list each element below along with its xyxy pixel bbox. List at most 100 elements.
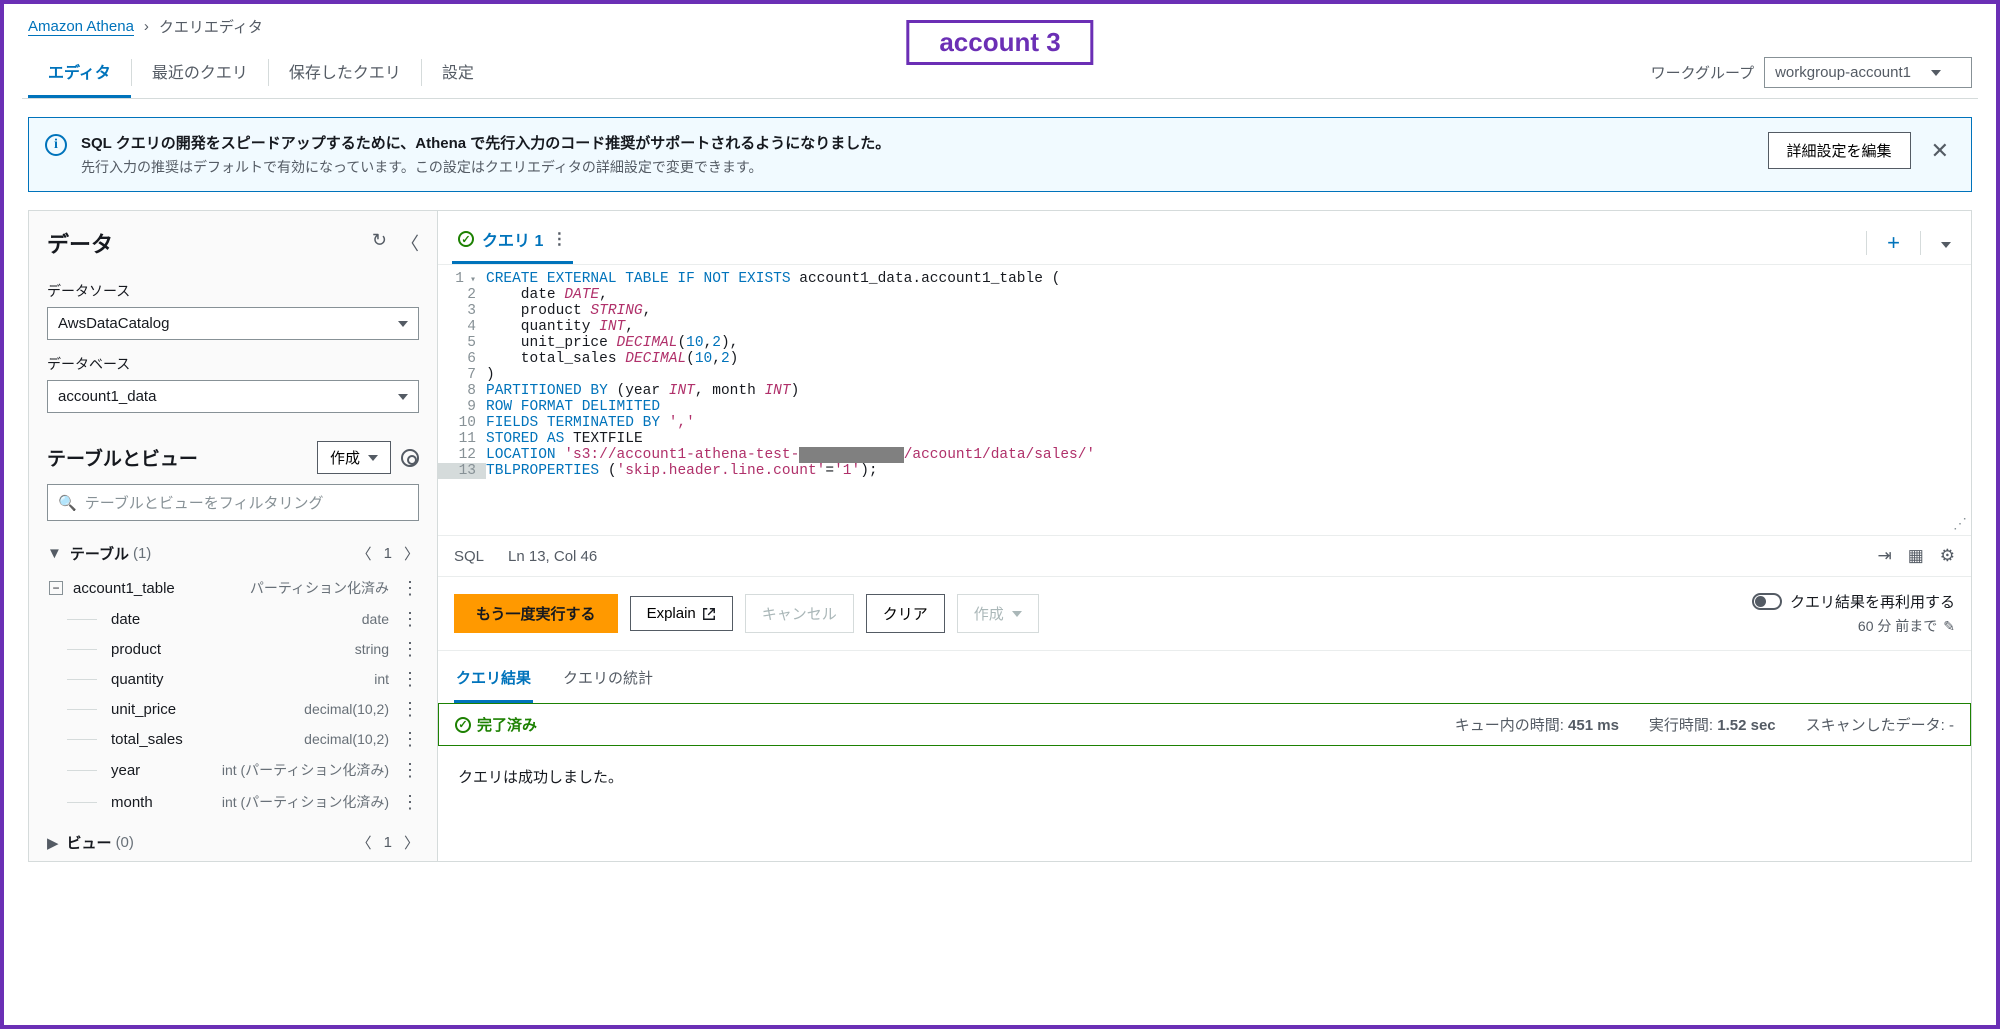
- kebab-menu-icon[interactable]: ⋮: [401, 579, 419, 597]
- gear-icon[interactable]: [401, 449, 419, 467]
- kebab-menu-icon[interactable]: ⋮: [401, 640, 419, 658]
- column-type: date: [362, 611, 389, 627]
- page-number: 1: [384, 545, 392, 562]
- tab-saved[interactable]: 保存したクエリ: [269, 47, 421, 98]
- editor-language: SQL: [454, 548, 484, 565]
- next-page-icon[interactable]: 〉: [404, 543, 419, 564]
- page-number: 1: [384, 834, 392, 851]
- column-row: unit_price decimal(10,2) ⋮: [29, 694, 437, 724]
- workgroup-value: workgroup-account1: [1775, 64, 1911, 81]
- tab-recent[interactable]: 最近のクエリ: [132, 47, 268, 98]
- editor-pane: ✓ クエリ 1 ⋮ + 1CREATE EXTERNAL TABLE IF NO…: [438, 210, 1972, 862]
- cancel-button: キャンセル: [745, 594, 854, 633]
- banner-subtitle: 先行入力の推奨はデフォルトで有効になっています。この設定はクエリエディタの詳細設…: [81, 157, 890, 177]
- refresh-icon[interactable]: ↻: [372, 230, 387, 256]
- database-select[interactable]: account1_data: [47, 380, 419, 413]
- tab-query-stats[interactable]: クエリの統計: [561, 667, 655, 703]
- kebab-menu-icon[interactable]: ⋮: [401, 670, 419, 688]
- settings-icon[interactable]: ⚙: [1940, 546, 1955, 566]
- format-icon[interactable]: ⇥: [1877, 546, 1891, 566]
- kebab-menu-icon[interactable]: ⋮: [401, 700, 419, 718]
- query-tab-1[interactable]: ✓ クエリ 1 ⋮: [452, 221, 573, 264]
- create-dropdown-button[interactable]: 作成: [957, 594, 1039, 633]
- prev-page-icon[interactable]: 〈: [357, 543, 372, 564]
- result-status-bar: ✓ 完了済み キュー内の時間: 451 ms 実行時間: 1.52 sec スキ…: [438, 703, 1971, 746]
- column-type: int (パーティション化済み): [222, 792, 389, 812]
- tab-query-results[interactable]: クエリ結果: [454, 667, 533, 703]
- filter-input[interactable]: 🔍 テーブルとビューをフィルタリング: [47, 484, 419, 521]
- kebab-menu-icon[interactable]: ⋮: [401, 730, 419, 748]
- info-icon: i: [45, 134, 67, 156]
- breadcrumb-current: クエリエディタ: [159, 16, 263, 37]
- column-type: string: [355, 641, 389, 657]
- reuse-results-label: クエリ結果を再利用する: [1790, 591, 1955, 612]
- triangle-down-icon: ▼: [47, 545, 62, 562]
- resize-handle-icon[interactable]: ⋰: [1953, 516, 1967, 533]
- editor-status-bar: SQL Ln 13, Col 46 ⇥ ▦ ⚙: [438, 535, 1971, 576]
- tab-editor[interactable]: エディタ: [28, 47, 131, 98]
- column-type: decimal(10,2): [304, 731, 389, 747]
- pencil-icon[interactable]: ✎: [1943, 618, 1955, 635]
- column-name: date: [111, 611, 140, 628]
- minus-icon[interactable]: −: [49, 581, 63, 595]
- column-row: quantity int ⋮: [29, 664, 437, 694]
- column-row: month int (パーティション化済み) ⋮: [29, 786, 437, 818]
- data-sidebar: データ ↻ 〈 データソース AwsDataCatalog データベース: [28, 210, 438, 862]
- caret-down-icon: [1012, 611, 1022, 617]
- breadcrumb-service-link[interactable]: Amazon Athena: [28, 18, 134, 36]
- clear-button[interactable]: クリア: [866, 594, 945, 633]
- column-type: int: [374, 671, 389, 687]
- check-circle-icon: ✓: [455, 717, 471, 733]
- explain-button[interactable]: Explain: [630, 596, 733, 631]
- tables-views-title: テーブルとビュー: [47, 444, 198, 471]
- column-name: total_sales: [111, 731, 183, 748]
- result-message: クエリは成功しました。: [438, 746, 1971, 807]
- caret-down-icon: [398, 321, 408, 327]
- column-row: date date ⋮: [29, 604, 437, 634]
- account-badge: account 3: [906, 20, 1093, 65]
- tab-menu-icon[interactable]: [1935, 235, 1957, 251]
- kebab-menu-icon[interactable]: ⋮: [401, 610, 419, 628]
- views-group[interactable]: ▶ ビュー (0) 〈 1 〉: [29, 824, 437, 861]
- datasource-label: データソース: [47, 281, 419, 301]
- reuse-results-toggle[interactable]: [1752, 593, 1782, 610]
- column-type: decimal(10,2): [304, 701, 389, 717]
- reuse-results-time: 60 分 前まで: [1858, 616, 1937, 636]
- tables-group[interactable]: ▼ テーブル (1) 〈 1 〉: [29, 535, 437, 572]
- column-name: month: [111, 794, 153, 811]
- layout-icon[interactable]: ▦: [1908, 546, 1924, 566]
- column-row: product string ⋮: [29, 634, 437, 664]
- chevron-right-icon: ›: [144, 18, 149, 35]
- kebab-menu-icon[interactable]: ⋮: [401, 793, 419, 811]
- run-again-button[interactable]: もう一度実行する: [454, 594, 618, 633]
- kebab-menu-icon[interactable]: ⋮: [401, 761, 419, 779]
- caret-down-icon: [1931, 70, 1941, 76]
- column-name: quantity: [111, 671, 164, 688]
- tab-settings[interactable]: 設定: [422, 47, 494, 98]
- code-editor[interactable]: 1CREATE EXTERNAL TABLE IF NOT EXISTS acc…: [438, 265, 1971, 535]
- external-link-icon: [702, 607, 716, 621]
- triangle-right-icon: ▶: [47, 834, 59, 852]
- column-row: total_sales decimal(10,2) ⋮: [29, 724, 437, 754]
- prev-page-icon[interactable]: 〈: [357, 832, 372, 853]
- collapse-sidebar-icon[interactable]: 〈: [401, 230, 419, 256]
- workgroup-select[interactable]: workgroup-account1: [1764, 57, 1972, 88]
- column-name: product: [111, 641, 161, 658]
- info-banner: i SQL クエリの開発をスピードアップするために、Athena で先行入力のコ…: [28, 117, 1972, 192]
- database-label: データベース: [47, 354, 419, 374]
- caret-down-icon: [368, 455, 378, 461]
- column-name: unit_price: [111, 701, 176, 718]
- banner-action-button[interactable]: 詳細設定を編集: [1768, 132, 1911, 169]
- cursor-position: Ln 13, Col 46: [508, 548, 597, 565]
- check-circle-icon: ✓: [458, 231, 474, 247]
- datasource-select[interactable]: AwsDataCatalog: [47, 307, 419, 340]
- kebab-menu-icon[interactable]: ⋮: [551, 229, 567, 249]
- banner-title: SQL クエリの開発をスピードアップするために、Athena で先行入力のコード…: [81, 132, 890, 153]
- workgroup-label: ワークグループ: [1651, 62, 1755, 83]
- column-type: int (パーティション化済み): [222, 760, 389, 780]
- next-page-icon[interactable]: 〉: [404, 832, 419, 853]
- create-button[interactable]: 作成: [317, 441, 391, 474]
- table-row[interactable]: − account1_table パーティション化済み ⋮: [29, 572, 437, 604]
- add-query-tab-icon[interactable]: +: [1881, 230, 1906, 256]
- close-icon[interactable]: ✕: [1925, 138, 1955, 164]
